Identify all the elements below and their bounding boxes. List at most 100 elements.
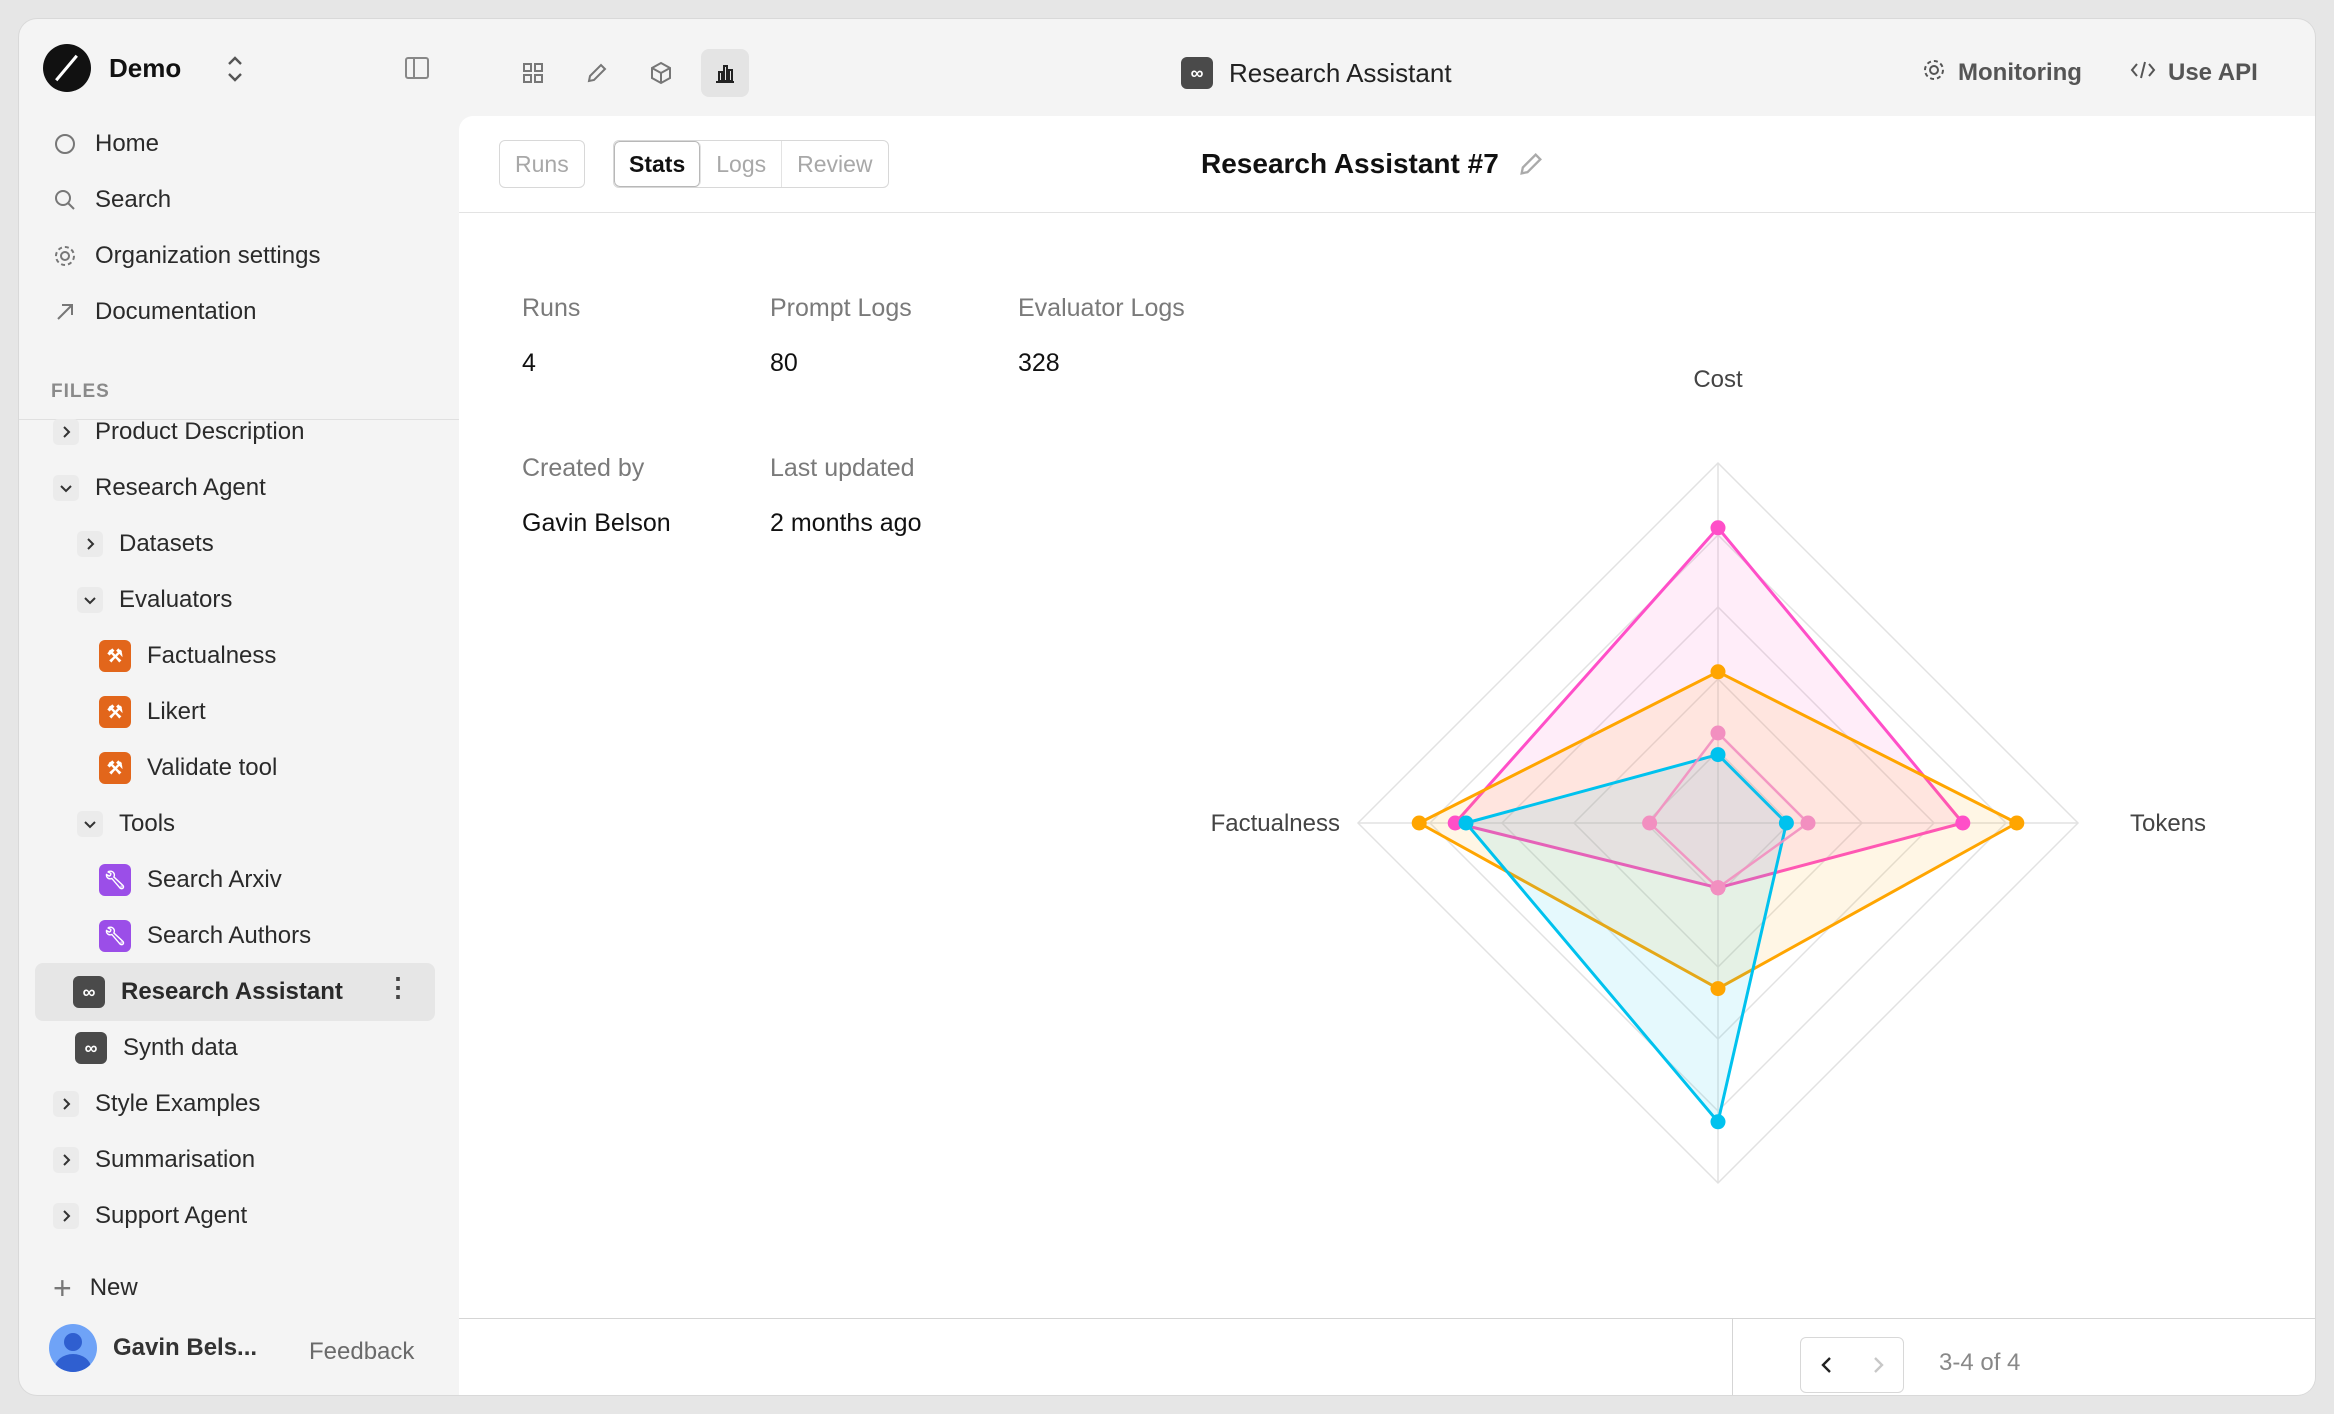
nav-organization-settings[interactable]: Organization settings [51, 236, 320, 276]
user-name: Gavin Bels... [113, 1334, 258, 1361]
chevron-right-icon[interactable] [77, 531, 103, 557]
tree-folder-style-examples[interactable]: Style Examples [53, 1084, 260, 1124]
sidebar-toggle-icon[interactable] [405, 57, 429, 79]
radar-chart: CostTokensLatencyFactualness [1211, 366, 2206, 1185]
nav-search[interactable]: Search [51, 180, 171, 220]
new-label: New [89, 1274, 138, 1301]
chevron-right-icon[interactable] [53, 1147, 79, 1173]
tree-label: Style Examples [95, 1090, 261, 1117]
radar-data-point [1710, 981, 1726, 997]
tree-label: Search Arxiv [147, 866, 282, 893]
tree-folder-tools[interactable]: Tools [77, 804, 175, 844]
gavel-icon: ⚒ [99, 696, 131, 728]
grid-view-icon[interactable] [509, 49, 557, 97]
tree-label: Datasets [119, 530, 214, 557]
gavel-icon: ⚒ [99, 752, 131, 784]
pager-buttons [1800, 1337, 1904, 1393]
tree-label: Research Assistant [121, 978, 343, 1005]
prev-page-button[interactable] [1801, 1338, 1852, 1392]
tree-file-synth-data[interactable]: ∞ Synth data [75, 1028, 238, 1068]
pencil-editor-icon[interactable] [573, 49, 621, 97]
tree-folder-support-agent[interactable]: Support Agent [53, 1196, 247, 1236]
tree-folder-datasets[interactable]: Datasets [77, 524, 214, 564]
main-panel: Runs Stats Logs Review Research Assistan… [459, 116, 2315, 1395]
radar-axis-label: Cost [1693, 366, 1743, 393]
tree-folder-research-agent[interactable]: Research Agent [53, 468, 266, 508]
gear-icon [51, 242, 79, 270]
arrow-up-right-icon [51, 298, 79, 326]
tree-file-research-assistant[interactable]: ∞ Research Assistant ⋮ [35, 963, 435, 1021]
tree-label: Validate tool [147, 754, 278, 781]
avatar [49, 1324, 97, 1372]
wrench-icon: 🔧︎ [99, 920, 131, 952]
use-api-button[interactable]: Use API [2130, 49, 2258, 97]
tree-label: Factualness [147, 642, 277, 669]
header-title: ∞ Research Assistant [1181, 49, 1452, 97]
tree-label: Summarisation [95, 1146, 256, 1173]
radar-data-point [2009, 815, 2025, 831]
plus-icon: + [53, 1269, 72, 1306]
radar-data-point [1411, 815, 1427, 831]
radar-data-point [1710, 664, 1726, 680]
radar-data-point [1710, 880, 1726, 896]
files-section-label: FILES [51, 381, 110, 402]
chevron-right-icon[interactable] [53, 419, 79, 445]
radar-axis-label: Tokens [2130, 810, 2206, 837]
tree-label: Product Description [95, 418, 305, 445]
circle-icon [51, 130, 79, 158]
tree-file-search-arxiv[interactable]: 🔧︎ Search Arxiv [99, 860, 282, 900]
flow-icon: ∞ [73, 976, 105, 1008]
tree-folder-product-description[interactable]: Product Description [53, 412, 304, 452]
tree-file-likert[interactable]: ⚒ Likert [99, 692, 206, 732]
nav-label: Home [95, 130, 160, 157]
nav-home[interactable]: Home [51, 124, 159, 164]
new-file-button[interactable]: + New [53, 1268, 138, 1308]
search-icon [51, 186, 79, 214]
tree-file-search-authors[interactable]: 🔧︎ Search Authors [99, 916, 311, 956]
more-options-icon[interactable]: ⋮ [385, 974, 411, 1000]
feedback-button[interactable]: Feedback [309, 1338, 414, 1366]
app-window: Demo Home Search Organization settings D… [19, 19, 2315, 1395]
chevron-right-icon[interactable] [53, 1091, 79, 1117]
radar-data-point [1800, 815, 1816, 831]
radar-data-point [1710, 1114, 1726, 1130]
code-icon [2130, 58, 2156, 89]
nav-documentation[interactable]: Documentation [51, 292, 256, 332]
header-title-text: Research Assistant [1229, 57, 1452, 88]
chevron-down-icon[interactable] [77, 811, 103, 837]
tree-label: Synth data [123, 1034, 238, 1061]
chevron-down-icon[interactable] [53, 475, 79, 501]
view-switcher [509, 49, 749, 97]
use-api-label: Use API [2168, 59, 2258, 86]
monitoring-label: Monitoring [1958, 59, 2082, 86]
flow-icon: ∞ [75, 1032, 107, 1064]
chevron-right-icon[interactable] [53, 1203, 79, 1229]
pagination-footer: 3-4 of 4 [459, 1318, 2315, 1395]
wrench-icon: 🔧︎ [99, 864, 131, 896]
user-menu[interactable]: Gavin Bels... [49, 1322, 257, 1374]
workspace-name: Demo [109, 52, 182, 83]
chevron-right-icon [1873, 1357, 1884, 1373]
nav-label: Search [95, 186, 172, 213]
tree-file-validate-tool[interactable]: ⚒ Validate tool [99, 748, 277, 788]
tree-folder-evaluators[interactable]: Evaluators [77, 580, 232, 620]
flow-icon: ∞ [1181, 57, 1213, 89]
footer-divider [1732, 1319, 1733, 1395]
tree-label: Support Agent [95, 1202, 248, 1229]
tree-folder-summarisation[interactable]: Summarisation [53, 1140, 255, 1180]
radar-axis-label: Factualness [1211, 810, 1340, 837]
gear-icon [1922, 58, 1946, 89]
tree-file-factualness[interactable]: ⚒ Factualness [99, 636, 276, 676]
chevron-up-down-icon[interactable] [223, 51, 247, 87]
radar-data-point [1710, 747, 1726, 763]
pagination-info: 3-4 of 4 [1939, 1349, 2021, 1376]
cube-deploy-icon[interactable] [637, 49, 685, 97]
workspace-switcher[interactable]: Demo [43, 44, 181, 92]
next-page-button[interactable] [1852, 1338, 1903, 1392]
sidebar: Demo Home Search Organization settings D… [19, 19, 459, 1395]
radar-data-point [1642, 815, 1658, 831]
chevron-down-icon[interactable] [77, 587, 103, 613]
tree-label: Research Agent [95, 474, 266, 501]
bar-chart-icon[interactable] [701, 49, 749, 97]
monitoring-button[interactable]: Monitoring [1922, 49, 2082, 97]
